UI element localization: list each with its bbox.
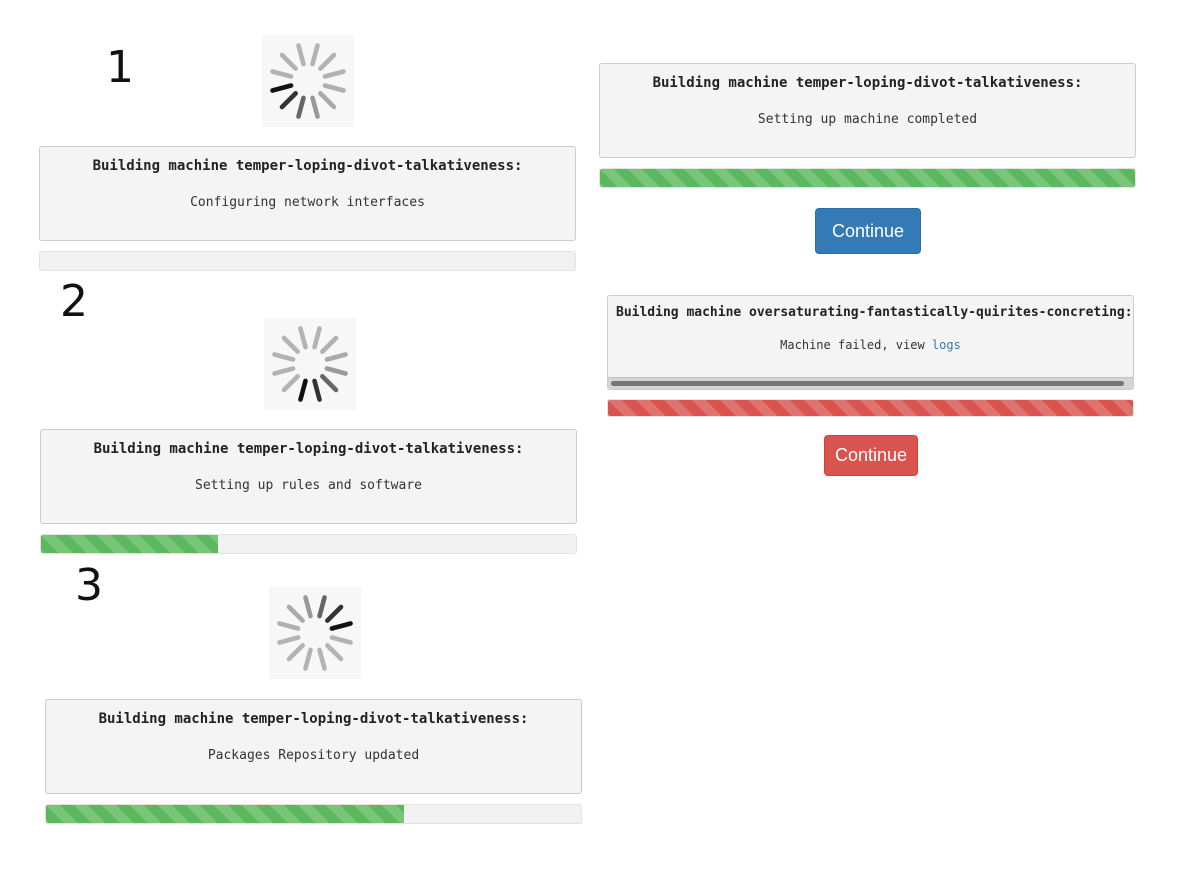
spinner-tick	[303, 595, 313, 619]
spinner-tick	[277, 635, 301, 645]
failed-status-panel: Building machine oversaturating-fantasti…	[607, 295, 1134, 390]
completed-status: Setting up machine completed	[757, 112, 978, 127]
spinner-tick	[281, 335, 300, 354]
step-1-status-panel: Building machine temper-loping-divot-tal…	[39, 146, 576, 241]
step-2-number: 2	[60, 276, 88, 327]
scrollbar-thumb[interactable]	[611, 381, 1124, 386]
spinner-tick	[270, 83, 294, 93]
step-3-title: Building machine temper-loping-divot-tal…	[98, 711, 529, 727]
step-1-progress-bar	[39, 251, 576, 271]
step-2-status: Setting up rules and software	[195, 478, 422, 493]
spinner-tick	[298, 378, 308, 402]
step-3-status: Packages Repository updated	[207, 748, 420, 763]
spinner-tick	[281, 374, 300, 393]
failed-status: Machine failed, view logs	[608, 338, 1133, 352]
spinner-tick	[322, 69, 346, 79]
spinner-tick	[312, 378, 322, 402]
failed-title: Building machine oversaturating-fantasti…	[616, 305, 1133, 320]
spinner-tick	[296, 95, 306, 119]
horizontal-scrollbar[interactable]	[608, 377, 1133, 389]
step-1-title: Building machine temper-loping-divot-tal…	[92, 158, 523, 174]
step-3-status-panel: Building machine temper-loping-divot-tal…	[45, 699, 582, 794]
spinner-tick	[303, 647, 313, 671]
spinner-tick	[329, 635, 353, 645]
spinner-tick	[286, 643, 305, 662]
spinner-tick	[320, 335, 339, 354]
spinner-tick	[286, 604, 305, 623]
spinner-tick	[272, 352, 296, 362]
failed-progress-fill	[608, 400, 1133, 416]
continue-button-failed[interactable]: Continue	[824, 435, 918, 476]
completed-title: Building machine temper-loping-divot-tal…	[652, 75, 1083, 91]
spinner-tick	[272, 366, 296, 376]
step-1-number: 1	[106, 42, 134, 93]
failed-status-text: Machine failed, view	[780, 338, 925, 352]
spinner-tick	[325, 643, 344, 662]
spinner-tick	[279, 52, 298, 71]
step-1-status: Configuring network interfaces	[190, 195, 425, 210]
completed-progress-bar	[599, 168, 1136, 188]
step-3-number: 3	[75, 560, 103, 611]
spinner-tick	[318, 52, 337, 71]
spinner-tick	[322, 83, 346, 93]
spinner-tick	[329, 621, 353, 631]
step-2-title: Building machine temper-loping-divot-tal…	[93, 441, 524, 457]
continue-button[interactable]: Continue	[815, 208, 921, 254]
spinner-tick	[310, 95, 320, 119]
step-2-progress-bar	[40, 534, 577, 554]
loading-spinner-icon	[264, 318, 356, 410]
spinner-tick	[324, 366, 348, 376]
spinner-tick	[296, 43, 306, 67]
step-2-status-panel: Building machine temper-loping-divot-tal…	[40, 429, 577, 524]
view-logs-link[interactable]: logs	[932, 338, 961, 352]
step-2-progress-fill	[41, 535, 218, 553]
spinner-tick	[317, 647, 327, 671]
loading-spinner-icon	[262, 35, 354, 127]
spinner-tick	[279, 91, 298, 110]
completed-progress-fill	[600, 169, 1135, 187]
loading-spinner-icon	[269, 587, 361, 679]
completed-status-panel: Building machine temper-loping-divot-tal…	[599, 63, 1136, 158]
spinner-tick	[277, 621, 301, 631]
failed-progress-bar	[607, 399, 1134, 417]
spinner-tick	[318, 91, 337, 110]
spinner-tick	[317, 595, 327, 619]
step-3-progress-fill	[46, 805, 405, 823]
spinner-tick	[324, 352, 348, 362]
spinner-tick	[320, 374, 339, 393]
step-3-progress-bar	[45, 804, 582, 824]
spinner-tick	[298, 326, 308, 350]
spinner-tick	[270, 69, 294, 79]
spinner-tick	[310, 43, 320, 67]
spinner-tick	[325, 604, 344, 623]
spinner-tick	[312, 326, 322, 350]
